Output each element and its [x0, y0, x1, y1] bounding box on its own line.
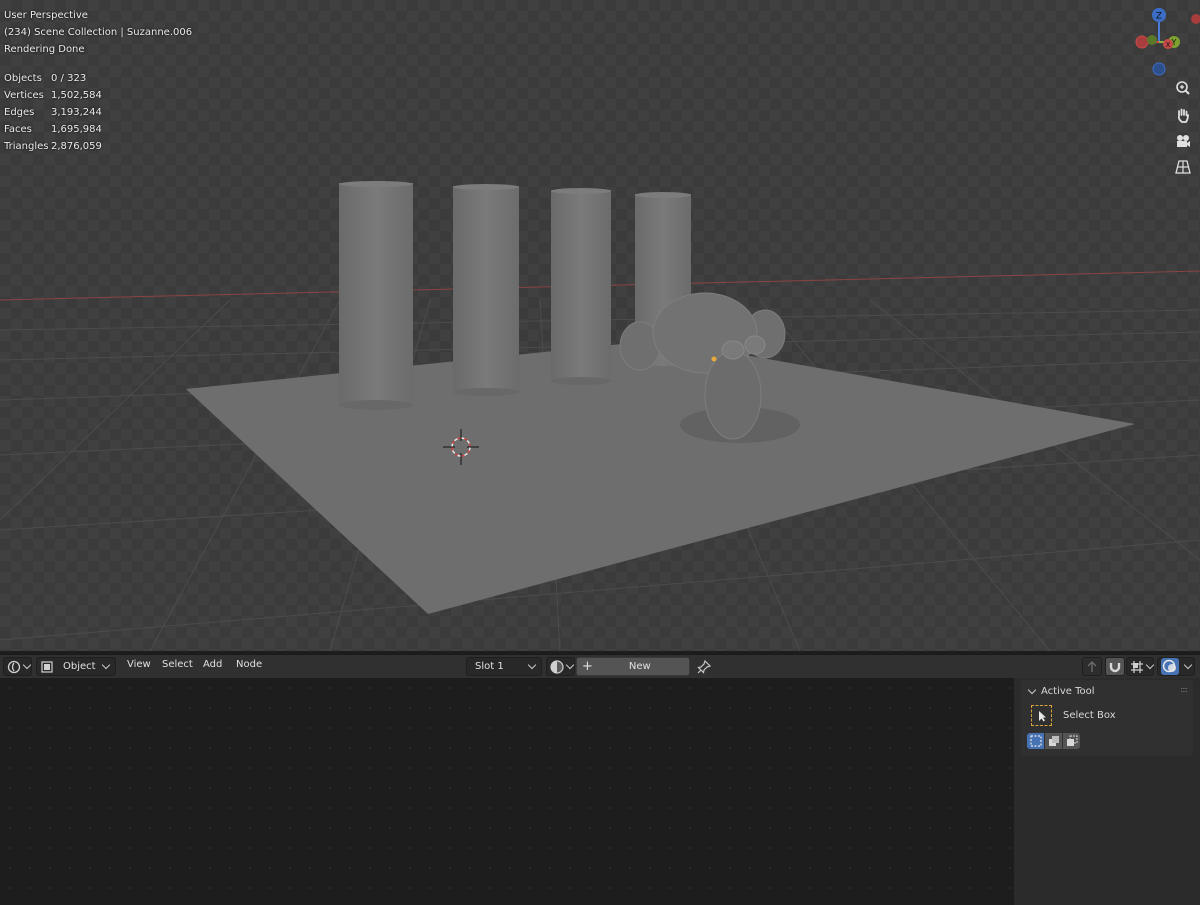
gizmo-x-label: X: [1166, 41, 1171, 49]
parent-node-tree-button[interactable]: [1082, 657, 1102, 676]
zoom-icon[interactable]: [1171, 76, 1195, 100]
overlays-icon: [1161, 658, 1179, 675]
chevron-down-icon: [22, 660, 32, 670]
menu-add[interactable]: Add: [203, 659, 222, 670]
select-extend-mode-button[interactable]: [1045, 733, 1062, 749]
node-editor-sidebar: Active Tool :::: Select Box: [1014, 678, 1200, 905]
stat-value: 2,876,059: [51, 141, 102, 152]
stat-label: Faces: [4, 124, 32, 135]
stat-label: Edges: [4, 107, 35, 118]
mode-selector[interactable]: Object: [36, 657, 116, 676]
stat-label: Vertices: [4, 90, 44, 101]
snap-grid-icon: [1131, 660, 1143, 673]
chevron-down-icon: [527, 660, 537, 670]
navigation-gizmo[interactable]: Z Y X: [1124, 4, 1200, 80]
select-new-icon: [1029, 735, 1042, 747]
pan-hand-icon[interactable]: [1171, 103, 1195, 127]
new-material-button[interactable]: + New: [576, 657, 690, 676]
panel-title: Active Tool: [1041, 686, 1095, 697]
stat-label: Objects: [4, 73, 42, 84]
node-editor-header: Object View Select Add Node Slot 1 + New: [0, 654, 1200, 678]
mode-label: Object: [63, 661, 96, 672]
select-subtract-mode-button[interactable]: [1063, 733, 1080, 749]
stat-label: Triangles: [4, 141, 49, 152]
node-editor-canvas[interactable]: [0, 678, 1014, 905]
scene-statistics: Objects 0 / 323 Vertices 1,502,584 Edges…: [4, 70, 102, 155]
snap-toggle[interactable]: [1105, 657, 1125, 676]
stat-row-objects: Objects 0 / 323: [4, 70, 102, 87]
render-status: Rendering Done: [4, 44, 85, 55]
drag-handle[interactable]: ::::: [1180, 685, 1188, 694]
3d-viewport[interactable]: User Perspective (234) Scene Collection …: [0, 0, 1200, 651]
select-box-tool-icon[interactable]: [1031, 705, 1052, 726]
chevron-down-icon: [565, 660, 575, 670]
slot-selector[interactable]: Slot 1: [466, 657, 542, 676]
menu-select[interactable]: Select: [162, 659, 193, 670]
stat-value: 3,193,244: [51, 107, 102, 118]
stat-row-triangles: Triangles 2,876,059: [4, 138, 102, 155]
gizmo-x-edge[interactable]: [1191, 14, 1200, 24]
menu-node[interactable]: Node: [236, 659, 262, 670]
chevron-down-icon: [1183, 660, 1193, 670]
collection-line: (234) Scene Collection | Suzanne.006: [4, 27, 193, 38]
grid-perspective-icon[interactable]: [1171, 155, 1195, 179]
gizmo-neg-x-axis[interactable]: [1135, 35, 1149, 49]
pin-icon[interactable]: [696, 659, 712, 675]
material-sphere-icon: [550, 659, 564, 674]
stat-row-faces: Faces 1,695,984: [4, 121, 102, 138]
view-name: User Perspective: [4, 10, 88, 21]
snap-element-selector[interactable]: [1126, 657, 1155, 676]
stat-value: 1,695,984: [51, 124, 102, 135]
viewport-info: User Perspective (234) Scene Collection …: [4, 7, 192, 58]
panel-header[interactable]: Active Tool: [1027, 685, 1095, 697]
gizmo-neg-y-axis[interactable]: [1147, 35, 1157, 45]
slot-label: Slot 1: [475, 661, 504, 672]
select-subtract-icon: [1066, 735, 1077, 746]
editor-type-selector[interactable]: [3, 657, 32, 676]
material-browse-button[interactable]: [546, 657, 575, 676]
camera-icon[interactable]: [1171, 129, 1195, 153]
magnet-icon: [1109, 662, 1121, 672]
scene-render: [0, 0, 1200, 651]
chevron-down-icon: [101, 660, 111, 670]
node-editor-icon: [7, 660, 21, 673]
arrow-up-icon: [1087, 660, 1097, 672]
select-new-mode-button[interactable]: [1027, 733, 1044, 749]
object-mode-icon: [41, 660, 53, 673]
chevron-down-icon: [1027, 685, 1037, 695]
select-extend-icon: [1048, 736, 1059, 746]
gizmo-neg-z-axis[interactable]: [1152, 62, 1166, 76]
stat-value: 1,502,584: [51, 90, 102, 101]
plus-icon: +: [582, 659, 593, 674]
menu-view[interactable]: View: [127, 659, 151, 670]
stat-row-edges: Edges 3,193,244: [4, 104, 102, 121]
tool-name: Select Box: [1063, 710, 1116, 721]
selection-mode-group: [1027, 733, 1080, 749]
active-tool-panel: Active Tool :::: Select Box: [1021, 680, 1193, 756]
new-label: New: [628, 661, 651, 672]
stat-row-vertices: Vertices 1,502,584: [4, 87, 102, 104]
gizmo-z-label: Z: [1156, 12, 1162, 22]
overlays-toggle[interactable]: [1157, 657, 1195, 676]
stat-value: 0 / 323: [51, 73, 87, 84]
chevron-down-icon: [1145, 660, 1155, 670]
